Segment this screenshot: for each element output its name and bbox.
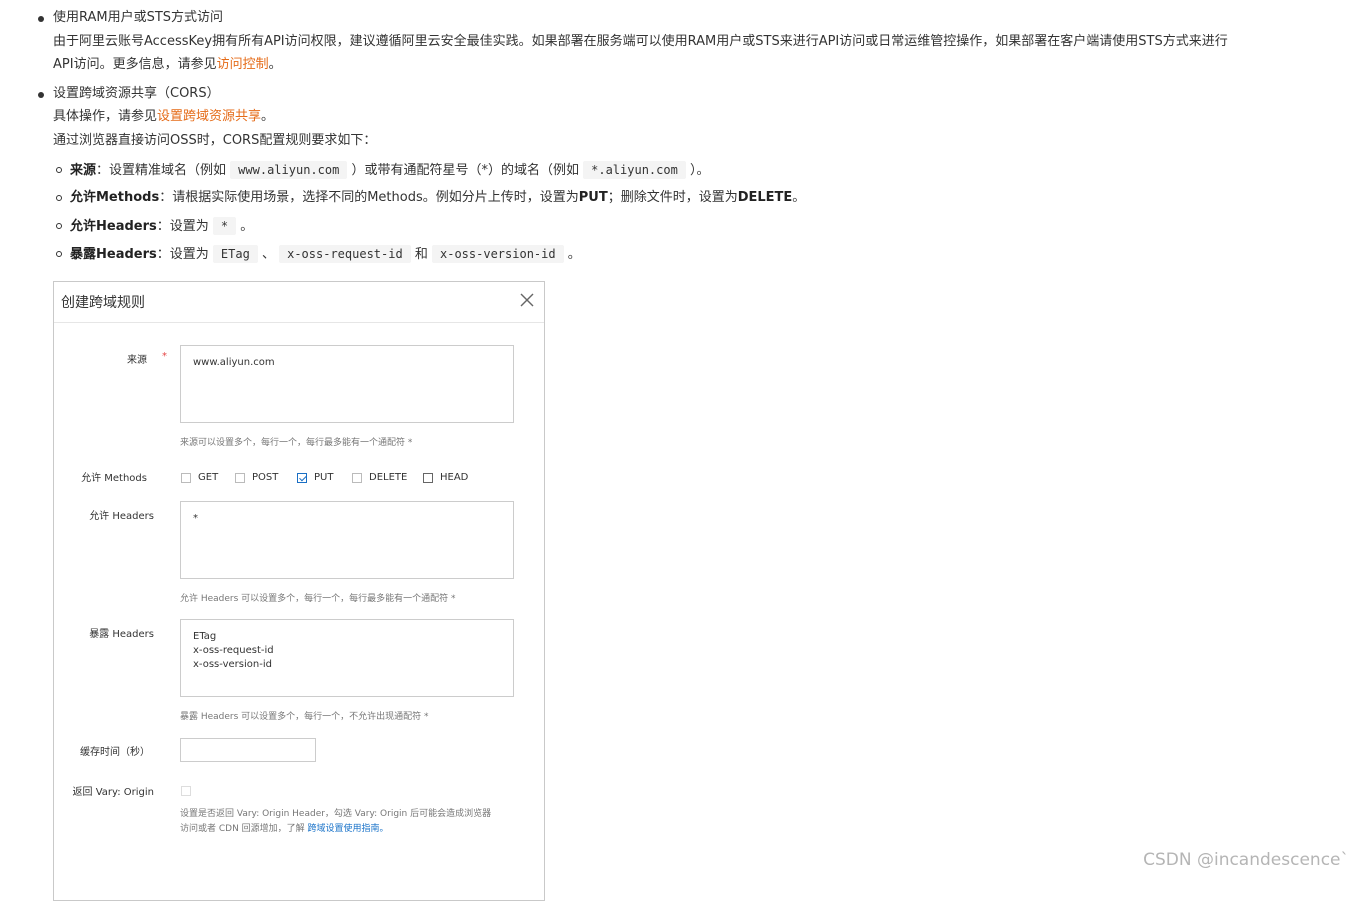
method-post-checkbox[interactable]: [235, 473, 245, 483]
vary-hint-line2: 访问或者 CDN 回源增加，了解 跨域设置使用指南。: [180, 824, 389, 834]
method-put-label: PUT: [314, 472, 334, 483]
rule-allow-headers: 允许Headers：设置为 * 。: [70, 217, 254, 235]
watermark: CSDN @incandescence`: [1143, 850, 1349, 870]
cors-guide-link[interactable]: 跨域设置使用指南。: [308, 824, 389, 834]
required-mark: *: [162, 351, 167, 362]
item2-title: 设置跨域资源共享（CORS）: [53, 86, 220, 101]
sub-bullet: [56, 195, 62, 201]
origin-hint: 来源可以设置多个，每行一个，每行最多能有一个通配符 *: [180, 438, 413, 448]
origin-label: 来源: [127, 355, 147, 366]
sub-bullet: [56, 223, 62, 229]
method-post-label: POST: [252, 472, 279, 483]
bullet-dot: [38, 16, 44, 22]
cache-time-input[interactable]: [180, 738, 316, 762]
rule-origin: 来源：设置精准域名（例如 www.aliyun.com ）或带有通配符星号（*）…: [70, 161, 710, 179]
sub-bullet: [56, 167, 62, 173]
create-cors-rule-dialog: 创建跨域规则 来源 * www.aliyun.com 来源可以设置多个，每行一个…: [53, 281, 545, 901]
item1-line2: API访问。更多信息，请参见访问控制。: [53, 57, 282, 72]
bullet-dot: [38, 92, 44, 98]
expose-headers-textarea[interactable]: ETag x-oss-request-id x-oss-version-id: [180, 619, 514, 697]
item2-line1: 具体操作，请参见设置跨域资源共享。: [53, 109, 275, 124]
allow-headers-label: 允许 Headers: [89, 511, 154, 522]
allow-headers-hint: 允许 Headers 可以设置多个，每行一个，每行最多能有一个通配符 *: [180, 594, 456, 604]
method-delete-checkbox[interactable]: [352, 473, 362, 483]
cache-label: 缓存时间（秒）: [80, 747, 150, 758]
method-delete-label: DELETE: [369, 472, 408, 483]
cors-setup-link[interactable]: 设置跨域资源共享: [157, 109, 261, 124]
dialog-title: 创建跨域规则: [61, 295, 145, 311]
item1-line1: 由于阿里云账号AccessKey拥有所有API访问权限，建议遵循阿里云安全最佳实…: [53, 34, 1228, 49]
close-icon[interactable]: [520, 293, 534, 307]
rule-expose-headers: 暴露Headers：设置为 ETag 、 x-oss-request-id 和 …: [70, 245, 581, 263]
method-head-label: HEAD: [440, 472, 469, 483]
method-get-label: GET: [198, 472, 219, 483]
sub-bullet: [56, 251, 62, 257]
method-head-checkbox[interactable]: [423, 473, 433, 483]
divider: [54, 322, 544, 323]
vary-origin-label: 返回 Vary: Origin: [72, 787, 154, 798]
access-control-link[interactable]: 访问控制: [217, 57, 269, 72]
rule-methods: 允许Methods：请根据实际使用场景，选择不同的Methods。例如分片上传时…: [70, 190, 806, 205]
expose-headers-label: 暴露 Headers: [89, 629, 154, 640]
method-put-checkbox[interactable]: [297, 473, 307, 483]
method-get-checkbox[interactable]: [181, 473, 191, 483]
methods-label: 允许 Methods: [81, 473, 147, 484]
item1-title: 使用RAM用户或STS方式访问: [53, 10, 224, 25]
origin-textarea[interactable]: www.aliyun.com: [180, 345, 514, 423]
expose-headers-hint: 暴露 Headers 可以设置多个，每行一个，不允许出现通配符 *: [180, 712, 429, 722]
vary-origin-checkbox[interactable]: [181, 786, 191, 796]
vary-hint-line1: 设置是否返回 Vary: Origin Header，勾选 Vary: Orig…: [180, 809, 492, 819]
allow-headers-textarea[interactable]: *: [180, 501, 514, 579]
item2-line2: 通过浏览器直接访问OSS时，CORS配置规则要求如下：: [53, 133, 377, 148]
